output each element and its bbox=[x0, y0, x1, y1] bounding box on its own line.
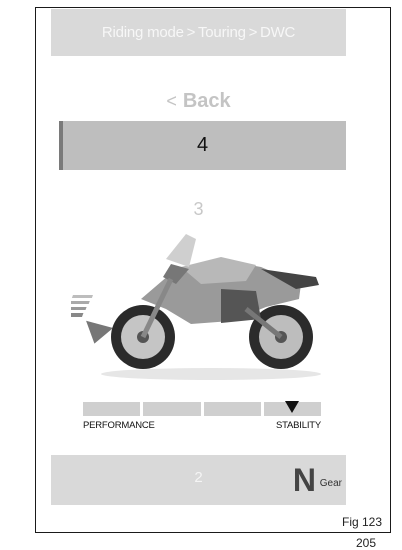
scale-segment bbox=[83, 402, 141, 416]
gear-indicator: N bbox=[292, 462, 316, 498]
performance-label: PERFORMANCE bbox=[83, 420, 155, 431]
dwc-level-scale: PERFORMANCE STABILITY bbox=[83, 401, 321, 431]
motorcycle-image bbox=[71, 234, 321, 380]
dashboard-screen: Riding mode > Touring > DWC < Back 4 3 P… bbox=[51, 9, 346, 505]
figure-caption: Fig 123 bbox=[340, 515, 385, 529]
back-label: Back bbox=[182, 89, 231, 112]
scale-segment bbox=[203, 402, 261, 416]
chevron-left-icon: < bbox=[166, 90, 177, 111]
selected-level-value: 4 bbox=[196, 134, 209, 156]
stability-label: STABILITY bbox=[275, 420, 321, 431]
status-footer: 2 N Gear bbox=[51, 455, 346, 505]
selected-level-row[interactable]: 4 bbox=[59, 121, 346, 170]
page-number: 205 bbox=[356, 536, 377, 550]
back-button[interactable]: < Back bbox=[51, 87, 346, 115]
selection-marker bbox=[59, 121, 63, 170]
downward-arrow-icon bbox=[71, 295, 114, 344]
breadcrumb: Riding mode > Touring > DWC bbox=[51, 9, 346, 56]
scale-segment-active bbox=[263, 401, 321, 416]
gear-label: Gear bbox=[319, 478, 342, 489]
triangle-indicator-icon bbox=[285, 401, 300, 413]
scale-segment bbox=[143, 402, 201, 416]
next-level-value[interactable]: 3 bbox=[51, 199, 346, 220]
